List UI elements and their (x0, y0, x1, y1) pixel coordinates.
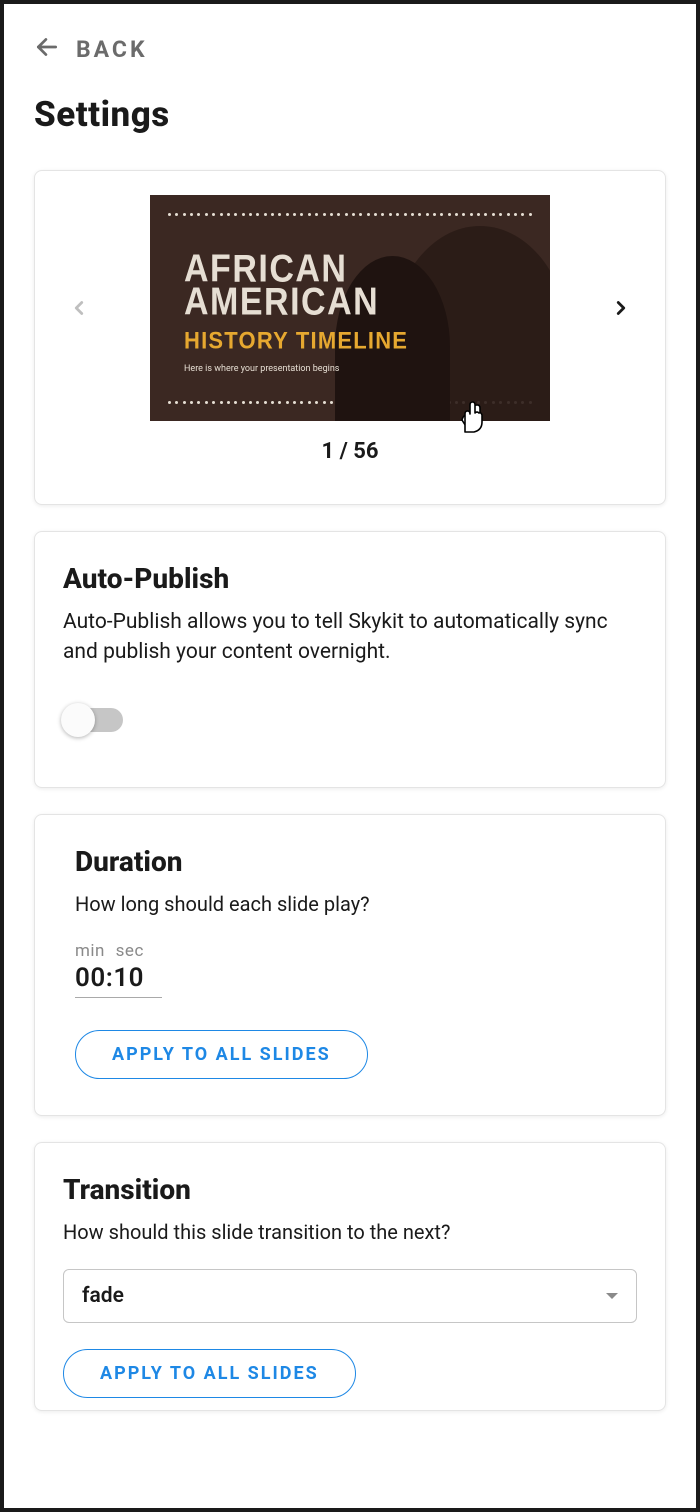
arrow-left-icon (34, 34, 60, 64)
slide-preview-card: AFRICAN AMERICAN HISTORY TIMELINE Here i… (34, 170, 666, 505)
next-slide-button[interactable] (601, 288, 641, 328)
prev-slide-button[interactable] (59, 288, 99, 328)
transition-select[interactable]: fade (63, 1269, 637, 1323)
apply-transition-button[interactable]: APPLY TO ALL SLIDES (63, 1349, 356, 1398)
duration-input[interactable]: 00:10 (75, 963, 162, 998)
auto-publish-title: Auto-Publish (63, 562, 637, 595)
chevron-left-icon (68, 290, 90, 326)
back-label: BACK (76, 36, 148, 63)
auto-publish-card: Auto-Publish Auto-Publish allows you to … (34, 531, 666, 788)
slide-subtitle: Here is where your presentation begins (184, 364, 408, 374)
chevron-right-icon (610, 290, 632, 326)
transition-title: Transition (63, 1173, 637, 1206)
auto-publish-description: Auto-Publish allows you to tell Skykit t… (63, 607, 637, 668)
transition-description: How should this slide transition to the … (63, 1218, 637, 1247)
apply-duration-button[interactable]: APPLY TO ALL SLIDES (75, 1030, 368, 1079)
duration-card: Duration How long should each slide play… (34, 814, 666, 1116)
page-title: Settings (34, 94, 666, 135)
duration-description: How long should each slide play? (75, 890, 625, 919)
slide-counter: 1 / 56 (59, 439, 641, 464)
slide-thumbnail[interactable]: AFRICAN AMERICAN HISTORY TIMELINE Here i… (150, 195, 550, 421)
slide-title-line2: AMERICAN (184, 284, 408, 322)
auto-publish-toggle[interactable] (63, 708, 123, 732)
back-button[interactable]: BACK (34, 34, 666, 64)
duration-title: Duration (75, 845, 625, 878)
duration-unit-labels: min sec (75, 941, 625, 961)
slide-title-line3: HISTORY TIMELINE (184, 326, 408, 355)
transition-card: Transition How should this slide transit… (34, 1142, 666, 1411)
chevron-down-icon (606, 1293, 618, 1299)
transition-value: fade (82, 1284, 124, 1308)
